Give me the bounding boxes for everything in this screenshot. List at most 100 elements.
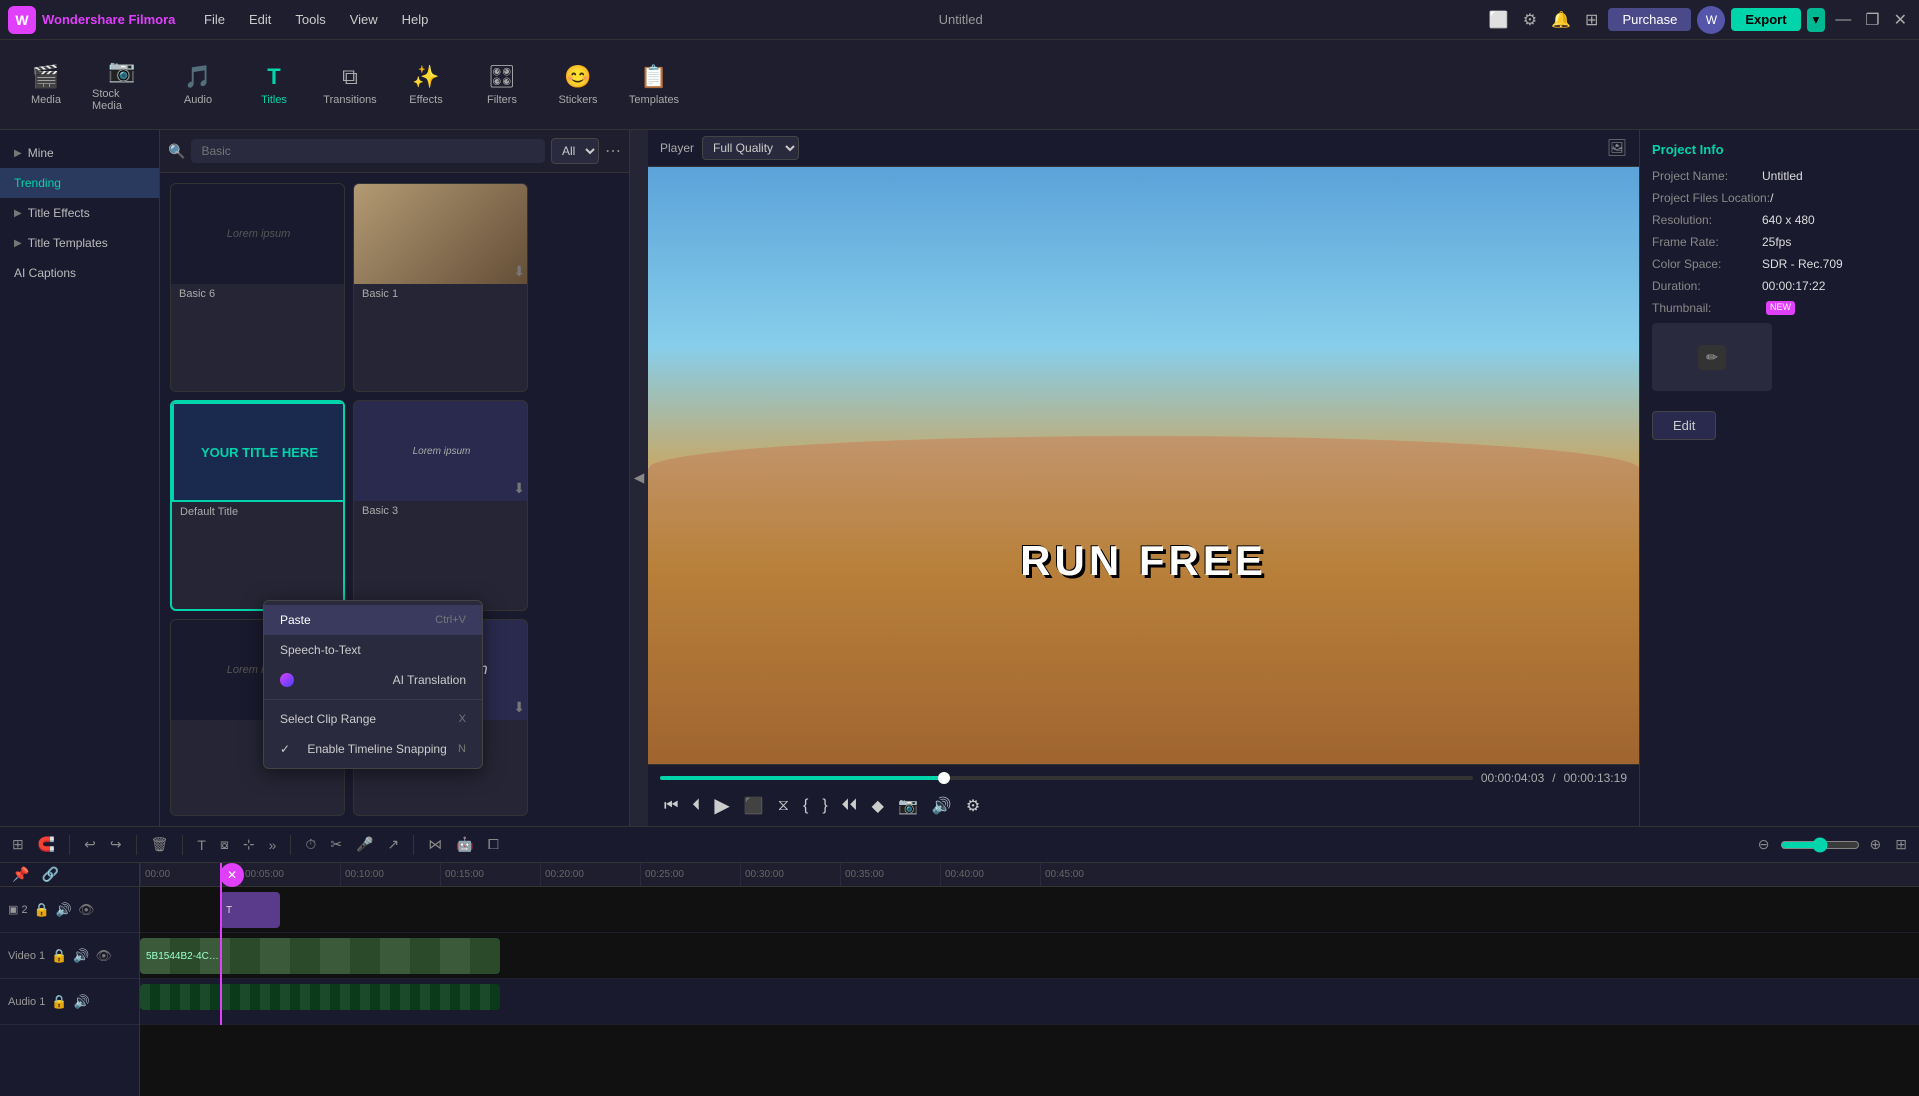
transitions-label: Transitions	[323, 94, 376, 106]
screenshot-icon[interactable]: 🖼	[1607, 138, 1627, 158]
toolbar-audio[interactable]: 🎵 Audio	[162, 45, 234, 125]
toolbar-stickers[interactable]: 😊 Stickers	[542, 45, 614, 125]
timeline-speed-button[interactable]: ⏱	[301, 834, 320, 855]
project-info-tab[interactable]: Project Info	[1652, 142, 1907, 157]
toolbar-stock-media[interactable]: 📷 Stock Media	[86, 45, 158, 125]
timeline-magnet-button[interactable]: 🧲	[34, 834, 59, 855]
context-menu-paste[interactable]: Paste Ctrl+V	[264, 605, 482, 635]
video1-eye-button[interactable]: 👁	[95, 948, 112, 964]
collapse-panel-button[interactable]: ◀	[630, 130, 648, 826]
sidebar-item-title-effects[interactable]: ▶ Title Effects	[0, 198, 159, 228]
timeline-redo-button[interactable]: ↪	[106, 834, 126, 855]
play-button[interactable]: ▶	[710, 791, 733, 820]
menu-edit[interactable]: Edit	[241, 8, 279, 31]
frame-back-button[interactable]: ⏴	[688, 795, 704, 817]
toolbar-titles[interactable]: T Titles	[238, 45, 310, 125]
track2-audio-button[interactable]: 🔊	[56, 902, 72, 918]
zoom-slider[interactable]	[1780, 837, 1860, 853]
menu-help[interactable]: Help	[394, 8, 437, 31]
clip-button[interactable]: ⧖	[774, 795, 793, 817]
menu-file[interactable]: File	[196, 8, 233, 31]
mark-out-button[interactable]: }	[818, 795, 831, 817]
quality-select[interactable]: Full Quality Half Quality	[702, 136, 799, 160]
volume-button[interactable]: 🔊	[928, 794, 956, 818]
add-marker-button[interactable]: ◆	[868, 794, 888, 818]
filter-select[interactable]: All	[551, 138, 599, 164]
settings-icon[interactable]: ⚙	[1519, 8, 1541, 32]
toolbar-transitions[interactable]: ⧉ Transitions	[314, 45, 386, 125]
audio-clip[interactable]	[140, 984, 500, 1010]
toolbar-templates[interactable]: 📋 Templates	[618, 45, 690, 125]
edit-button[interactable]: Edit	[1652, 411, 1716, 440]
audio1-lock-button[interactable]: 🔒	[51, 994, 67, 1010]
context-menu-ai-translation[interactable]: AI Translation	[264, 665, 482, 695]
timeline-pin-button[interactable]: 📌	[8, 864, 33, 885]
context-menu-timeline-snapping[interactable]: ✓ Enable Timeline Snapping N	[264, 734, 482, 764]
sidebar-item-ai-captions[interactable]: AI Captions	[0, 258, 159, 288]
timeline-content[interactable]: 00:00 00:05:00 00:10:00 00:15:00 00:20:0…	[140, 863, 1919, 1096]
menu-tools[interactable]: Tools	[287, 8, 333, 31]
user-avatar[interactable]: W	[1697, 6, 1725, 34]
minimize-button[interactable]: ⬜	[1485, 8, 1513, 32]
window-restore-button[interactable]: ❐	[1861, 8, 1883, 32]
skip-back-button[interactable]: ⏮	[660, 795, 682, 817]
asset-card-basic1[interactable]: ⬇ Basic 1	[353, 183, 528, 392]
search-input[interactable]	[191, 139, 545, 163]
progress-track[interactable]	[660, 776, 1473, 780]
toolbar-filters[interactable]: 🎛 Filters	[466, 45, 538, 125]
context-menu-select-clip-range[interactable]: Select Clip Range X	[264, 704, 482, 734]
timeline-add-track-button[interactable]: ⊞	[8, 834, 28, 855]
stop-button[interactable]: ⬛	[740, 794, 768, 818]
context-menu-speech-to-text[interactable]: Speech-to-Text	[264, 635, 482, 665]
asset-card-basic3[interactable]: Lorem ipsum ⬇ Basic 3	[353, 400, 528, 611]
timeline-text-button[interactable]: T	[193, 835, 210, 855]
video1-lock-button[interactable]: 🔒	[51, 948, 67, 964]
export-button[interactable]: Export	[1731, 8, 1800, 31]
asset-card-basic6[interactable]: Lorem ipsum Basic 6	[170, 183, 345, 392]
timeline-ai-clip-btn[interactable]: 🤖	[452, 834, 477, 855]
timeline-split-button[interactable]: ✂	[326, 834, 346, 855]
timeline-split-btn2[interactable]: ⋈	[424, 834, 446, 855]
purchase-button[interactable]: Purchase	[1608, 8, 1691, 31]
timeline-pip-button[interactable]: ⧠	[484, 834, 503, 855]
window-close-button[interactable]: ✕	[1890, 8, 1911, 32]
sidebar-item-mine[interactable]: ▶ Mine	[0, 138, 159, 168]
mark-in-button[interactable]: {	[799, 795, 812, 817]
timeline-more-button[interactable]: »	[265, 835, 281, 855]
prev-marker-button[interactable]: ⏴⏴	[838, 795, 862, 817]
more-options-button[interactable]: ⋯	[605, 141, 621, 161]
audio1-audio-button[interactable]: 🔊	[74, 994, 90, 1010]
notification-icon[interactable]: 🔔	[1547, 8, 1575, 32]
video-clip[interactable]: 5B1544B2-4C…	[140, 938, 500, 974]
timeline-link-button[interactable]: 🔗	[37, 864, 62, 885]
asset-card-default-title[interactable]: YOUR TITLE HERE Default Title	[170, 400, 345, 611]
track2-eye-button[interactable]: 👁	[78, 902, 95, 918]
thumbnail-edit-icon-button[interactable]: ✏	[1698, 345, 1726, 370]
title-clip[interactable]: T	[220, 892, 280, 928]
timeline-undo-button[interactable]: ↩	[80, 834, 100, 855]
timeline-mic-button[interactable]: 🎤	[352, 834, 377, 855]
grid-view-button[interactable]: ⊞	[1891, 834, 1911, 855]
sidebar-title-templates-label: Title Templates	[28, 236, 108, 250]
progress-thumb[interactable]	[938, 772, 950, 784]
zoom-out-button[interactable]: ⊖	[1754, 834, 1774, 855]
timeline-ai-button[interactable]: ⊹	[239, 834, 259, 855]
window-minimize-button[interactable]: —	[1831, 9, 1855, 31]
apps-icon[interactable]: ⊞	[1581, 8, 1602, 32]
toolbar-effects[interactable]: ✨ Effects	[390, 45, 462, 125]
timeline-crop-button[interactable]: ⧇	[216, 834, 233, 855]
snapshot-button[interactable]: 📷	[894, 794, 922, 818]
playhead[interactable]	[220, 863, 222, 1025]
timeline-export-button[interactable]: ↗	[384, 834, 404, 855]
track2-lock-button[interactable]: 🔒	[34, 902, 50, 918]
tracks-area: T 5B1544B2-4C… ✕	[140, 887, 1919, 1025]
settings-button[interactable]: ⚙	[962, 794, 984, 818]
zoom-in-button[interactable]: ⊕	[1866, 834, 1886, 855]
video1-audio-button[interactable]: 🔊	[73, 948, 89, 964]
sidebar-item-title-templates[interactable]: ▶ Title Templates	[0, 228, 159, 258]
timeline-delete-button[interactable]: 🗑	[147, 834, 173, 855]
sidebar-item-trending[interactable]: Trending	[0, 168, 159, 198]
toolbar-media[interactable]: 🎬 Media	[10, 45, 82, 125]
export-dropdown-button[interactable]: ▾	[1807, 8, 1826, 32]
menu-view[interactable]: View	[342, 8, 386, 31]
